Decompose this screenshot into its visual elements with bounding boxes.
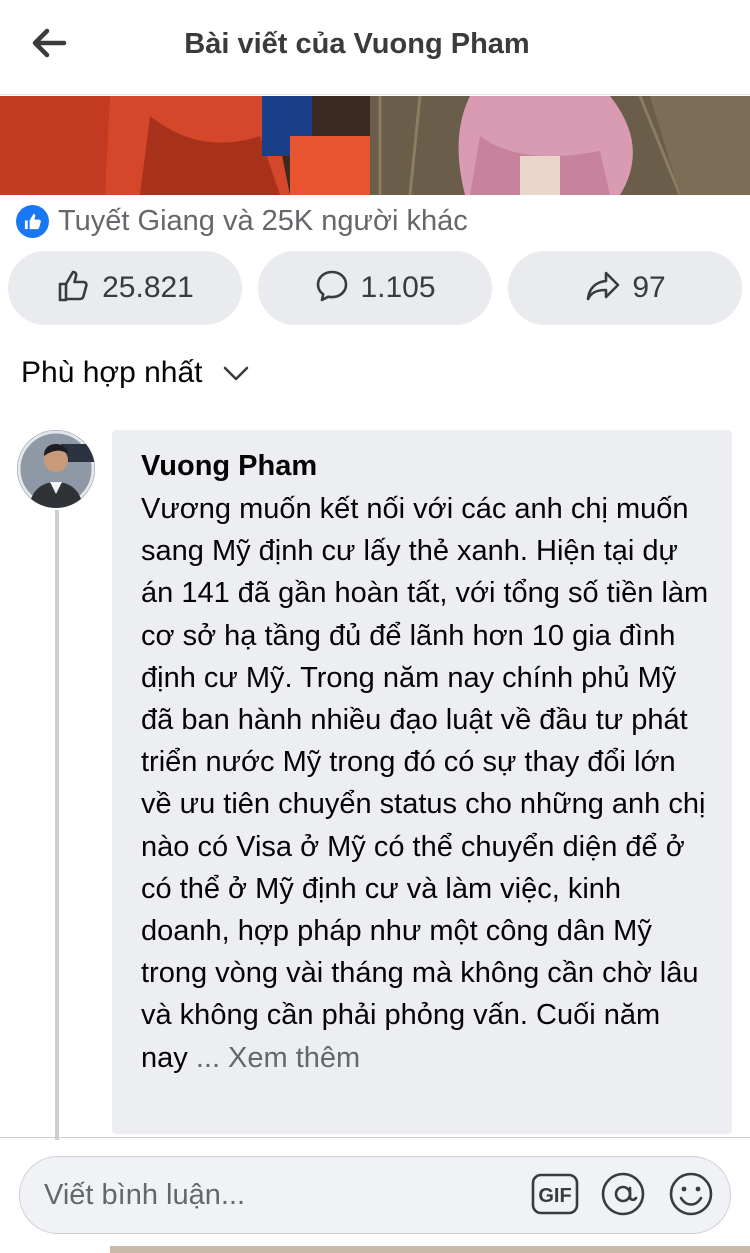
like-button[interactable]: 25.821 (8, 251, 242, 325)
reactions-summary-text: Tuyết Giang và 25K người khác (58, 204, 468, 237)
top-bar: Bài viết của Vuong Pham (0, 0, 750, 95)
sort-label: Phù hợp nhất (21, 356, 203, 389)
share-button[interactable]: 97 (508, 251, 742, 325)
comment-count: 1.105 (360, 271, 436, 304)
mention-button[interactable] (598, 1171, 648, 1221)
gif-icon: GIF (531, 1173, 579, 1220)
comment-button[interactable]: 1.105 (258, 251, 492, 325)
comment-body: Vương muốn kết nối với các anh chị muốn … (141, 493, 709, 1074)
comment-text: Vương muốn kết nối với các anh chị muốn … (141, 488, 712, 1079)
emoji-button[interactable] (666, 1171, 716, 1221)
comment-bubble-icon (314, 268, 350, 309)
avatar[interactable] (17, 430, 95, 508)
comment-composer: GIF (19, 1156, 731, 1234)
thread-line (55, 510, 59, 1140)
thumbs-up-outline-icon (56, 268, 92, 309)
composer-divider (0, 1137, 750, 1138)
next-content-peek (110, 1246, 750, 1253)
comment-author[interactable]: Vuong Pham (141, 448, 712, 484)
gif-label: GIF (538, 1185, 571, 1207)
reactions-summary[interactable]: Tuyết Giang và 25K người khác (16, 203, 468, 239)
share-count: 97 (632, 271, 666, 304)
like-count: 25.821 (102, 271, 194, 304)
at-sign-icon (600, 1171, 646, 1222)
page-title: Bài viết của Vuong Pham (184, 28, 530, 60)
smiley-icon (668, 1171, 714, 1222)
comment-input[interactable] (44, 1157, 524, 1233)
post-photo[interactable] (0, 96, 750, 195)
comment-sort-dropdown[interactable]: Phù hợp nhất (21, 352, 250, 394)
gif-button[interactable]: GIF (530, 1171, 580, 1221)
see-more-link[interactable]: ... Xem thêm (196, 1042, 360, 1074)
comment-bubble[interactable]: Vuong Pham Vương muốn kết nối với các an… (112, 430, 732, 1134)
share-arrow-icon (584, 268, 622, 309)
thumbs-up-icon (16, 204, 49, 238)
chevron-down-icon (222, 364, 250, 382)
